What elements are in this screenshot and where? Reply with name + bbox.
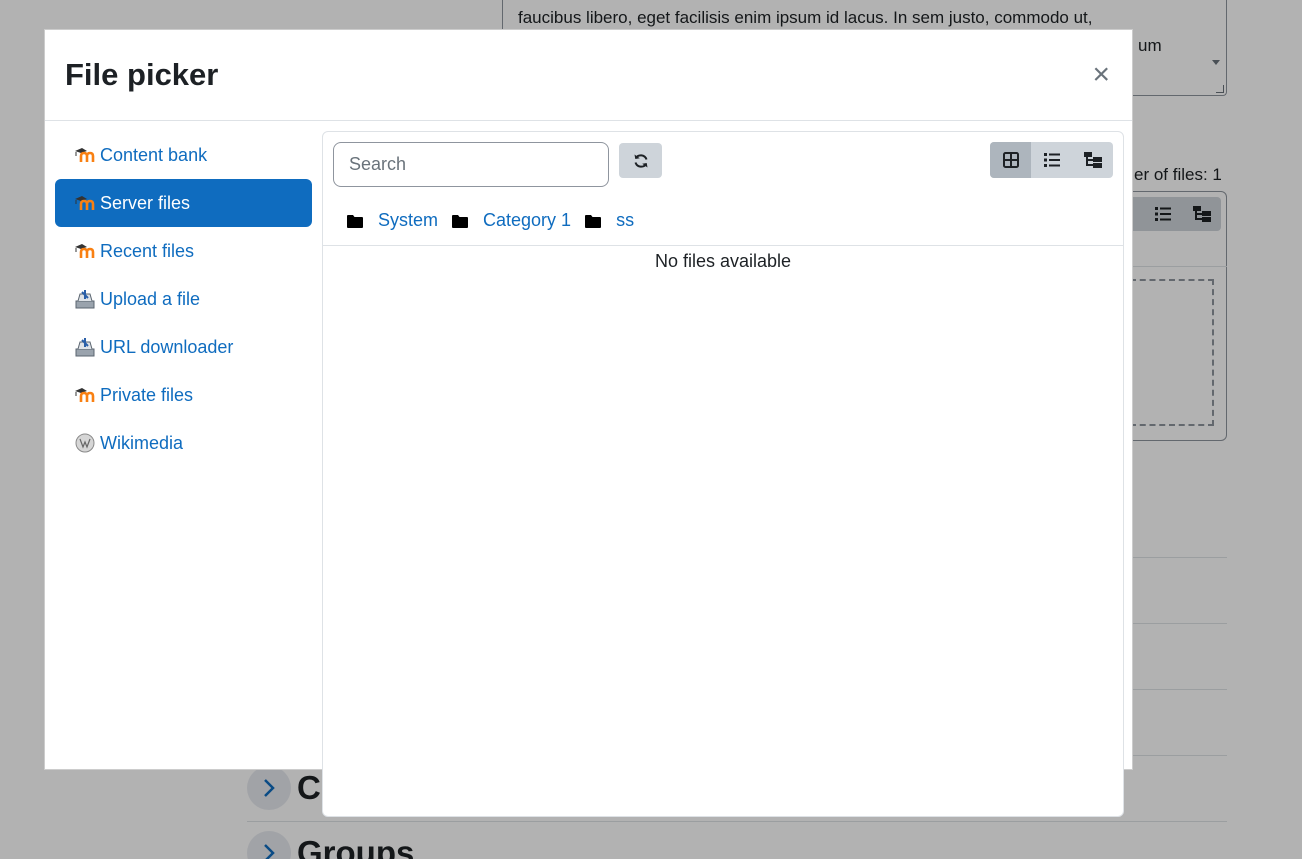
refresh-icon <box>634 153 647 168</box>
repo-item-label: URL downloader <box>100 336 234 357</box>
repo-item-label: Upload a file <box>100 288 201 309</box>
repository-list: Content bank Server files Recent files U… <box>55 131 312 467</box>
search-input[interactable] <box>333 142 609 187</box>
empty-message: No files available <box>654 251 792 271</box>
repo-item-label: Private files <box>100 384 194 405</box>
divider <box>323 245 1123 246</box>
repo-item-upload-a-file[interactable]: Upload a file <box>55 275 312 323</box>
moodle-icon <box>74 240 96 262</box>
breadcrumb-item: Category 1 <box>452 210 571 231</box>
refresh-button[interactable] <box>619 143 662 178</box>
path-breadcrumb: System Category 1 ss <box>347 210 648 231</box>
download-icon <box>74 336 96 358</box>
grid-icon <box>1002 152 1019 168</box>
repo-item-url-downloader[interactable]: URL downloader <box>55 323 312 371</box>
breadcrumb-link[interactable]: Category 1 <box>483 210 571 231</box>
modal-title: File picker <box>65 57 219 92</box>
breadcrumb-link[interactable]: System <box>378 210 438 231</box>
repo-item-label: Recent files <box>100 240 195 261</box>
icons-view-button[interactable] <box>990 142 1031 178</box>
tree-icon <box>1083 152 1102 168</box>
close-button[interactable]: × <box>1092 60 1110 90</box>
modal-header: File picker × <box>45 30 1132 121</box>
repo-item-label: Content bank <box>100 144 208 165</box>
folder-icon <box>347 214 363 228</box>
breadcrumb-item: ss <box>585 210 634 231</box>
moodle-icon <box>74 192 96 214</box>
folder-icon <box>452 214 469 228</box>
tree-view-button[interactable] <box>1072 142 1113 178</box>
list-view-button[interactable] <box>1031 142 1072 178</box>
list-icon <box>1043 153 1060 167</box>
file-picker-dialog: File picker × Content bank Server files … <box>44 29 1133 817</box>
moodle-icon <box>74 144 96 166</box>
upload-icon <box>74 288 96 310</box>
folder-icon <box>585 214 602 228</box>
repo-item-content-bank[interactable]: Content bank <box>55 131 312 179</box>
wikimedia-icon <box>74 432 96 454</box>
breadcrumb-item: System <box>347 210 438 231</box>
repo-item-wikimedia[interactable]: Wikimedia <box>55 419 312 467</box>
file-browser-panel: System Category 1 ss No files available <box>322 131 1124 817</box>
view-mode-toggle <box>990 142 1113 178</box>
repo-item-private-files[interactable]: Private files <box>55 371 312 419</box>
repo-item-server-files[interactable]: Server files <box>55 179 312 227</box>
repo-item-label: Server files <box>100 192 191 213</box>
repo-item-label: Wikimedia <box>100 432 184 453</box>
moodle-icon <box>74 384 96 406</box>
breadcrumb-link[interactable]: ss <box>616 210 634 231</box>
repo-item-recent-files[interactable]: Recent files <box>55 227 312 275</box>
